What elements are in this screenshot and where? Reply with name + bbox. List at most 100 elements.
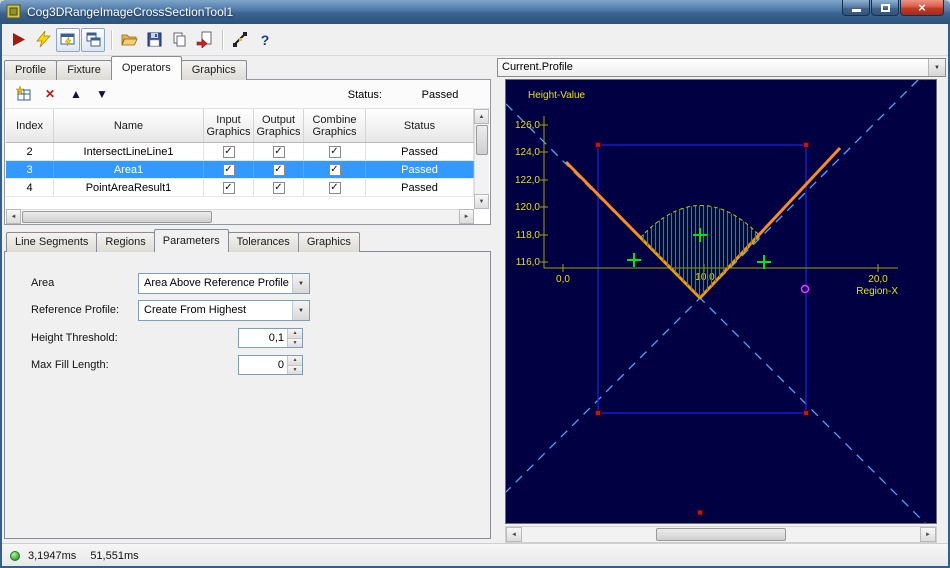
height-threshold-input[interactable] bbox=[239, 329, 287, 347]
status-label: Status: bbox=[347, 88, 382, 101]
cell-name: PointAreaResult1 bbox=[54, 179, 204, 196]
table-row[interactable]: 4 PointAreaResult1 ✓ ✓ ✓ Passed bbox=[6, 179, 474, 197]
combine-graphics-checkbox[interactable]: ✓ bbox=[304, 143, 366, 160]
handle-bottom-center[interactable] bbox=[697, 509, 703, 516]
probe-tool-button[interactable] bbox=[228, 28, 252, 52]
plot-horizontal-scrollbar[interactable]: ◄ ► bbox=[505, 526, 937, 543]
corner-handle-top-left[interactable] bbox=[595, 142, 601, 148]
help-button[interactable]: ? bbox=[253, 28, 277, 52]
new-tool-window-button[interactable] bbox=[81, 27, 105, 52]
scroll-up-button[interactable]: ▲ bbox=[474, 109, 489, 124]
open-button[interactable] bbox=[117, 28, 141, 52]
column-input-graphics[interactable]: Input Graphics bbox=[204, 109, 254, 142]
tab-parameters[interactable]: Parameters bbox=[153, 229, 229, 252]
max-fill-length-input[interactable] bbox=[239, 356, 287, 374]
table-horizontal-scrollbar[interactable]: ◄ ► bbox=[6, 209, 474, 224]
minimize-button[interactable] bbox=[842, 0, 870, 16]
folder-open-icon bbox=[120, 34, 138, 46]
table-row[interactable]: 2 IntersectLineLine1 ✓ ✓ ✓ Passed bbox=[6, 143, 474, 161]
corner-handle-bottom-right[interactable] bbox=[803, 410, 809, 416]
x-tick-label: 20,0 bbox=[868, 274, 888, 285]
run-button[interactable] bbox=[6, 28, 30, 52]
output-graphics-checkbox[interactable]: ✓ bbox=[254, 161, 304, 178]
profile-plot-canvas[interactable]: Height-Value 126,0 124,0 122,0 120,0 118… bbox=[506, 80, 936, 523]
import-button[interactable] bbox=[192, 28, 216, 52]
tab-graphics[interactable]: Graphics bbox=[180, 60, 247, 80]
height-threshold-label: Height Threshold: bbox=[31, 332, 118, 344]
app-window: Cog3DRangeImageCrossSectionTool1 × ? Pro… bbox=[0, 0, 950, 568]
y-tick-label: 116,0 bbox=[516, 257, 541, 268]
checkbox-checked-icon: ✓ bbox=[272, 163, 285, 176]
corner-handle-top-right[interactable] bbox=[803, 142, 809, 148]
scroll-down-button[interactable]: ▼ bbox=[474, 194, 489, 209]
output-graphics-checkbox[interactable]: ✓ bbox=[254, 143, 304, 160]
profile-plot[interactable]: Height-Value 126,0 124,0 122,0 120,0 118… bbox=[505, 79, 937, 524]
scroll-left-button[interactable]: ◄ bbox=[506, 527, 522, 542]
tab-tolerances[interactable]: Tolerances bbox=[227, 232, 299, 252]
scroll-left-button[interactable]: ◄ bbox=[6, 209, 21, 224]
spin-down-icon[interactable]: ▼ bbox=[288, 338, 302, 347]
input-graphics-checkbox[interactable]: ✓ bbox=[204, 161, 254, 178]
add-operator-button[interactable] bbox=[13, 83, 35, 105]
titlebar[interactable]: Cog3DRangeImageCrossSectionTool1 × bbox=[0, 0, 950, 24]
column-output-graphics[interactable]: Output Graphics bbox=[254, 109, 304, 142]
column-name[interactable]: Name bbox=[54, 109, 204, 142]
column-index[interactable]: Index bbox=[6, 109, 54, 142]
table-row-selected[interactable]: 3 Area1 ✓ ✓ ✓ Passed bbox=[6, 161, 474, 179]
scroll-right-button[interactable]: ► bbox=[920, 527, 936, 542]
input-graphics-checkbox[interactable]: ✓ bbox=[204, 179, 254, 196]
tab-regions[interactable]: Regions bbox=[96, 232, 155, 252]
column-status[interactable]: Status bbox=[366, 109, 474, 142]
output-graphics-checkbox[interactable]: ✓ bbox=[254, 179, 304, 196]
tab-line-segments[interactable]: Line Segments bbox=[6, 232, 98, 252]
copy-button[interactable] bbox=[167, 28, 191, 52]
toolbar-separator bbox=[222, 29, 223, 50]
max-fill-length-field[interactable]: ▲ ▼ bbox=[238, 355, 303, 375]
electric-tool-toggle[interactable] bbox=[56, 27, 80, 52]
record-select[interactable]: Current.Profile ▼ bbox=[497, 58, 946, 77]
cell-name: IntersectLineLine1 bbox=[54, 143, 204, 160]
scroll-right-icon: ► bbox=[463, 213, 470, 220]
delete-operator-button[interactable]: ✕ bbox=[39, 83, 61, 105]
plot-background bbox=[506, 80, 936, 523]
cell-status: Passed bbox=[366, 179, 474, 196]
dropdown-arrow-icon[interactable]: ▼ bbox=[928, 59, 945, 76]
y-tick-label: 118,0 bbox=[516, 230, 541, 241]
table-vertical-scrollbar[interactable]: ▲ ▼ bbox=[474, 109, 489, 209]
scroll-thumb[interactable] bbox=[476, 125, 488, 155]
electric-run-button[interactable] bbox=[31, 28, 55, 52]
checkbox-checked-icon: ✓ bbox=[328, 145, 341, 158]
move-down-button[interactable]: ▼ bbox=[91, 83, 113, 105]
input-graphics-checkbox[interactable]: ✓ bbox=[204, 143, 254, 160]
spin-down-icon[interactable]: ▼ bbox=[288, 365, 302, 374]
height-threshold-field[interactable]: ▲ ▼ bbox=[238, 328, 303, 348]
spin-up-icon[interactable]: ▲ bbox=[288, 356, 302, 366]
checkbox-checked-icon: ✓ bbox=[328, 181, 341, 194]
reference-profile-select[interactable]: Create From Highest ▼ bbox=[138, 300, 310, 321]
corner-handle-bottom-left[interactable] bbox=[595, 410, 601, 416]
reference-profile-label: Reference Profile: bbox=[31, 304, 120, 316]
maximize-button[interactable] bbox=[871, 0, 899, 16]
dropdown-arrow-icon[interactable]: ▼ bbox=[292, 301, 309, 320]
scroll-left-icon: ◄ bbox=[511, 531, 517, 538]
move-up-button[interactable]: ▲ bbox=[65, 83, 87, 105]
import-icon bbox=[196, 31, 211, 48]
tab-graphics-sub[interactable]: Graphics bbox=[297, 232, 360, 252]
dropdown-arrow-icon[interactable]: ▼ bbox=[292, 274, 309, 293]
scroll-thumb[interactable] bbox=[656, 528, 786, 541]
tab-operators[interactable]: Operators bbox=[110, 56, 182, 80]
cascade-windows-icon bbox=[86, 32, 100, 47]
area-select[interactable]: Area Above Reference Profile ▼ bbox=[138, 273, 310, 294]
tab-fixture[interactable]: Fixture bbox=[56, 60, 112, 80]
scroll-right-button[interactable]: ► bbox=[459, 209, 474, 224]
combine-graphics-checkbox[interactable]: ✓ bbox=[304, 179, 366, 196]
scroll-down-icon: ▼ bbox=[478, 198, 485, 205]
combine-graphics-checkbox[interactable]: ✓ bbox=[304, 161, 366, 178]
scroll-thumb[interactable] bbox=[22, 211, 212, 223]
tab-profile[interactable]: Profile bbox=[4, 60, 58, 80]
save-button[interactable] bbox=[142, 28, 166, 52]
cell-status: Passed bbox=[366, 161, 474, 178]
close-button[interactable]: × bbox=[900, 0, 944, 16]
column-combine-graphics[interactable]: Combine Graphics bbox=[304, 109, 366, 142]
spin-up-icon[interactable]: ▲ bbox=[288, 329, 302, 339]
